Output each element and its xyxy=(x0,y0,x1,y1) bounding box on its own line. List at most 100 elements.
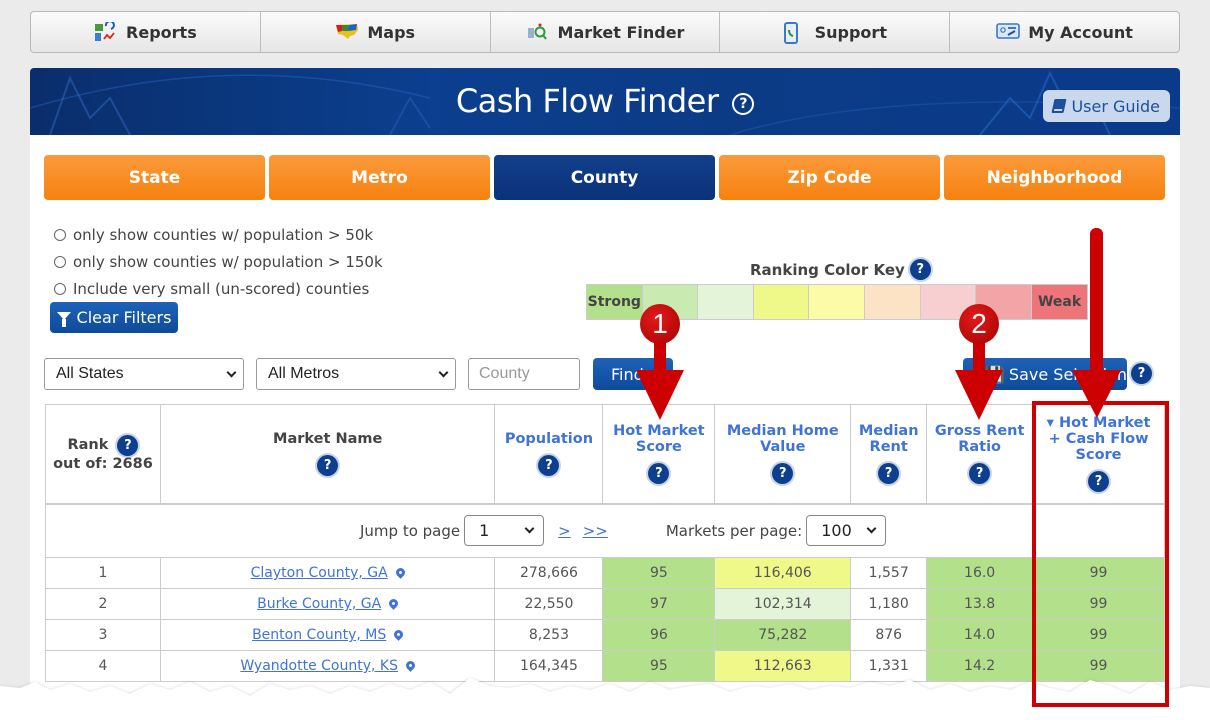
user-guide-button[interactable]: User Guide xyxy=(1043,90,1170,122)
market-name-help-icon[interactable]: ? xyxy=(317,455,339,477)
hero-banner: Cash Flow Finder ? User Guide xyxy=(30,68,1180,135)
map-pin-icon[interactable] xyxy=(404,659,417,672)
color-key-help-icon[interactable]: ? xyxy=(909,259,931,280)
hot-cash-score-cell: 99 xyxy=(1032,557,1165,589)
title-help-icon[interactable]: ? xyxy=(732,93,755,115)
population-cell: 22,550 xyxy=(494,588,604,620)
jump-to-page-select[interactable]: 1 xyxy=(464,515,545,547)
header-population[interactable]: Population ? xyxy=(494,404,604,504)
nav-support[interactable]: Support xyxy=(720,12,951,52)
nav-reports[interactable]: Reports xyxy=(31,12,261,52)
nav-support-label: Support xyxy=(814,22,887,42)
header-gross-rent-ratio[interactable]: Gross Rent Ratio ? xyxy=(926,404,1034,504)
last-page-link[interactable]: >> xyxy=(583,522,608,540)
population-filters: only show counties w/ population > 50k o… xyxy=(54,221,383,302)
color-key-swatch: Weak xyxy=(1031,285,1088,319)
color-key-swatch xyxy=(920,285,977,319)
clear-filters-button[interactable]: Clear Filters xyxy=(50,302,178,333)
population-help-icon[interactable]: ? xyxy=(538,455,560,477)
tab-state[interactable]: State xyxy=(44,155,265,200)
gross-rent-ratio-cell: 14.0 xyxy=(926,619,1034,651)
hot-cash-score-help-icon[interactable]: ? xyxy=(1088,471,1110,493)
market-name-cell: Burke County, GA xyxy=(159,588,496,620)
pagination-row: Jump to page 1 > >> Markets per page: 10… xyxy=(45,502,1165,558)
funnel-icon xyxy=(56,311,71,327)
map-pin-icon[interactable] xyxy=(387,597,401,610)
phone-icon xyxy=(783,22,805,44)
filter-option-50k[interactable]: only show counties w/ population > 50k xyxy=(54,221,383,248)
nav-market-finder[interactable]: Market Finder xyxy=(491,12,721,52)
color-key-swatch xyxy=(809,285,865,319)
rank-help-icon[interactable]: ? xyxy=(117,435,139,457)
market-name-cell: Clayton County, GA xyxy=(159,557,496,589)
table-row: 2 Burke County, GA 22,550 97 102,314 1,180 13.… xyxy=(45,588,1165,620)
reports-chart-icon xyxy=(94,20,116,42)
account-card-icon xyxy=(996,22,1021,42)
hot-market-score-help-icon[interactable]: ? xyxy=(648,463,670,485)
hot-market-score-cell: 96 xyxy=(602,619,716,651)
metro-select[interactable]: All Metros xyxy=(256,358,456,390)
county-search-input[interactable]: County xyxy=(468,358,580,390)
market-results-table: Rank ? out of: 2686 Market Name ? Popula… xyxy=(45,404,1165,682)
table-row: 3 Benton County, MS 8,253 96 75,282 876 14.0 99 xyxy=(45,619,1165,651)
tab-county[interactable]: County xyxy=(494,155,715,200)
save-selection-help-icon[interactable]: ? xyxy=(1131,363,1152,384)
save-icon: 💾 xyxy=(985,364,1005,384)
tab-zip-code[interactable]: Zip Code xyxy=(719,155,940,200)
save-selection-button[interactable]: 💾 Save Selection xyxy=(963,358,1127,390)
tab-neighborhood[interactable]: Neighborhood xyxy=(944,155,1165,200)
map-pin-icon[interactable] xyxy=(392,628,406,641)
population-cell: 278,666 xyxy=(494,557,604,589)
median-home-value-help-icon[interactable]: ? xyxy=(772,463,794,485)
header-hot-market-cash-flow-score[interactable]: ▾ Hot Market + Cash Flow Score ? xyxy=(1032,404,1165,504)
nav-maps[interactable]: Maps xyxy=(261,12,491,52)
market-link[interactable]: Burke County, GA xyxy=(257,596,381,612)
page-title: Cash Flow Finder ? xyxy=(30,82,1180,120)
rank-cell: 3 xyxy=(45,619,161,651)
market-name-cell: Benton County, MS xyxy=(159,619,496,651)
find-button[interactable]: Find xyxy=(593,358,673,390)
population-cell: 8,253 xyxy=(494,619,604,651)
user-guide-label: User Guide xyxy=(1071,96,1160,116)
market-link[interactable]: Clayton County, GA xyxy=(251,565,388,581)
color-key-swatch xyxy=(642,285,699,319)
book-icon xyxy=(1051,99,1067,113)
next-page-link[interactable]: > xyxy=(558,522,571,540)
market-link[interactable]: Benton County, MS xyxy=(252,627,386,643)
highlight-box-bottom xyxy=(1032,672,1169,707)
median-rent-help-icon[interactable]: ? xyxy=(878,463,900,485)
color-key-swatch xyxy=(864,285,921,319)
median-home-value-cell: 75,282 xyxy=(714,619,852,651)
gross-rent-ratio-help-icon[interactable]: ? xyxy=(969,463,991,485)
radio-50k[interactable] xyxy=(54,228,66,241)
header-hot-market-score[interactable]: Hot Market Score ? xyxy=(602,404,716,504)
nav-my-account[interactable]: My Account xyxy=(950,12,1179,52)
tab-metro[interactable]: Metro xyxy=(269,155,490,200)
header-median-home-value[interactable]: Median Home Value ? xyxy=(714,404,852,504)
ranking-color-key: Strong Weak xyxy=(586,284,1089,320)
radio-150k[interactable] xyxy=(54,255,66,268)
filter-option-150k[interactable]: only show counties w/ population > 150k xyxy=(54,248,383,275)
main-panel: Cash Flow Finder ? User Guide State Metr… xyxy=(30,68,1180,720)
gross-rent-ratio-cell: 16.0 xyxy=(926,557,1034,589)
header-rank: Rank ? out of: 2686 xyxy=(45,404,161,504)
table-row: 1 Clayton County, GA 278,666 95 116,406 1,557… xyxy=(45,557,1165,589)
filter-option-small[interactable]: Include very small (un-scored) counties xyxy=(54,275,383,302)
markets-per-page-select[interactable]: 100 xyxy=(806,515,887,547)
gross-rent-ratio-cell: 13.8 xyxy=(926,588,1034,620)
chevron-down-icon xyxy=(866,523,877,534)
nav-market-finder-label: Market Finder xyxy=(557,22,685,42)
rank-cell: 2 xyxy=(45,588,161,620)
header-median-rent[interactable]: Median Rent ? xyxy=(850,404,928,504)
top-navigation: Reports Maps Market Finder Support My Ac… xyxy=(30,11,1180,53)
map-pin-icon[interactable] xyxy=(393,566,407,579)
torn-edge-decoration xyxy=(0,678,1210,720)
median-rent-cell: 876 xyxy=(850,619,928,651)
state-select[interactable]: All States xyxy=(44,358,244,390)
median-home-value-cell: 116,406 xyxy=(714,557,852,589)
radio-small-counties[interactable] xyxy=(54,282,66,295)
color-key-swatch: Strong xyxy=(587,285,643,319)
median-home-value-cell: 102,314 xyxy=(714,588,852,620)
market-finder-search-icon xyxy=(526,22,548,42)
hot-market-score-cell: 97 xyxy=(602,588,716,620)
